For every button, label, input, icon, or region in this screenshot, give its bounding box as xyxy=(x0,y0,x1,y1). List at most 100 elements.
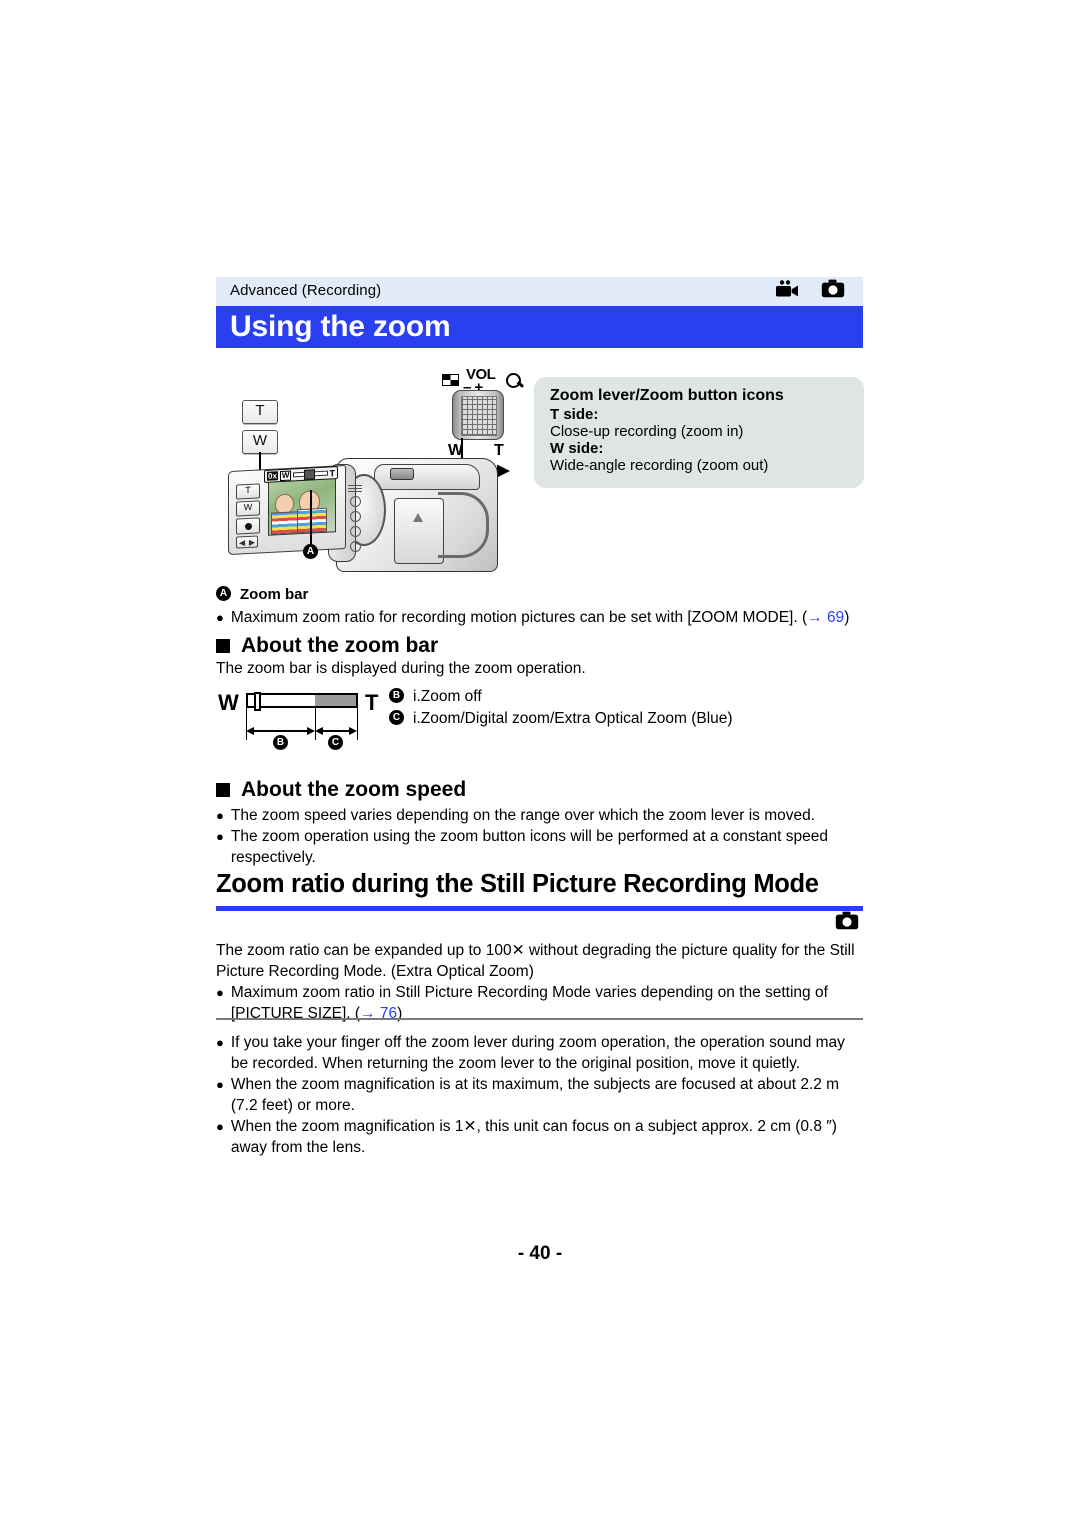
bullet-dot: ● xyxy=(216,829,224,844)
section-bullet-square-icon-2 xyxy=(216,783,230,797)
legend-zoom-bar: A Zoom bar xyxy=(216,586,308,603)
page-ref-69[interactable]: 69 xyxy=(827,609,844,626)
legend-a-label: Zoom bar xyxy=(240,586,309,603)
marker-c-figure: C xyxy=(328,735,343,750)
manual-page: Advanced (Recording) Using the zoom T W … xyxy=(0,0,1080,1526)
note-zoom-mode-body: Maximum zoom ratio for recording motion … xyxy=(230,609,808,626)
zoom-speed-bullet-2: ● The zoom operation using the zoom butt… xyxy=(216,826,863,868)
header-mode-icons xyxy=(775,279,845,303)
section-heading-zoom-bar: About the zoom bar xyxy=(216,634,438,658)
camcorder-zoom-lever xyxy=(390,468,414,480)
zoom-lever-callout-box: Zoom lever/Zoom button icons T side: Clo… xyxy=(534,377,864,488)
final-note-3: ● When the zoom magnification is 1✕, thi… xyxy=(216,1116,866,1158)
page-title-bar: Using the zoom xyxy=(216,306,863,348)
final-note-1: ● If you take your finger off the zoom l… xyxy=(216,1032,863,1074)
still-mode-intro-line-1: The zoom ratio can be expanded up to 100… xyxy=(216,942,855,959)
section-rule-blue xyxy=(216,906,863,911)
note-zoom-mode: ● Maximum zoom ratio for recording motio… xyxy=(216,607,866,628)
page-number: - 40 - xyxy=(517,1243,563,1264)
osd-zoom-knob xyxy=(304,469,316,480)
zoom-bar-extra-region xyxy=(314,695,356,706)
lever-grip-texture xyxy=(461,396,497,436)
zoom-button-w-callout: W xyxy=(242,430,278,454)
legend-b-row: B i.Zoom off xyxy=(389,688,482,706)
zoom-speed-bullet-1-text: The zoom speed varies depending on the r… xyxy=(230,807,816,824)
section-heading-zoom-speed-label: About the zoom speed xyxy=(241,778,467,801)
section-heading-zoom-speed: About the zoom speed xyxy=(216,778,466,802)
page-ref-arrow-icon: → xyxy=(807,609,823,626)
note-zoom-mode-close: ) xyxy=(844,609,850,626)
final-note-2-text: When the zoom magnification is at its ma… xyxy=(230,1076,840,1114)
multi-thumbnail-icon xyxy=(442,374,459,386)
dimension-arrow-b-icon xyxy=(246,723,315,735)
zoom-lever-detail xyxy=(452,390,504,440)
lcd-nav-buttons: ◀ ▶ xyxy=(236,535,258,549)
zoom-speed-bullet-2-text: The zoom operation using the zoom button… xyxy=(230,828,828,866)
still-mode-intro-line-2: Picture Recording Mode. (Extra Optical Z… xyxy=(216,963,534,980)
page-header-strip: Advanced (Recording) xyxy=(216,277,863,306)
section-zoom-bar-body: The zoom bar is displayed during the zoo… xyxy=(216,660,586,677)
still-mode-intro: The zoom ratio can be expanded up to 100… xyxy=(216,940,866,982)
camcorder-hand-strap xyxy=(438,492,489,558)
lcd-record-button xyxy=(236,517,260,535)
final-note-2: ● When the zoom magnification is at its … xyxy=(216,1074,863,1116)
callout-w-side-label: W side: xyxy=(550,440,604,457)
camcorder-body-drawing: T W ◀ ▶ 0x W T xyxy=(224,454,524,572)
marker-c: C xyxy=(389,710,404,725)
breadcrumb: Advanced (Recording) xyxy=(230,282,382,299)
camcorder-illustration: T W VOL –+ W T T W ◀ ▶ 0x W T A xyxy=(216,366,536,588)
section-still-mode-icon xyxy=(835,911,859,935)
bullet-dot: ● xyxy=(216,1035,224,1050)
note-zoom-mode-text: Maximum zoom ratio for recording motion … xyxy=(231,607,850,628)
dimension-tick-right xyxy=(357,706,359,740)
zoom-button-t-callout: T xyxy=(242,400,278,424)
bullet-dot: ● xyxy=(216,808,224,823)
callout-w-side-desc: Wide-angle recording (zoom out) xyxy=(550,457,769,474)
lcd-button-w: W xyxy=(236,500,260,517)
marker-b: B xyxy=(389,688,404,703)
bullet-dot: ● xyxy=(216,1119,224,1134)
camcorder-lcd-screen xyxy=(268,476,336,536)
callout-t-side-label: T side: xyxy=(550,406,599,423)
zoom-bar-track xyxy=(246,692,358,711)
page-title: Using the zoom xyxy=(230,310,451,343)
osd-zoom-track xyxy=(293,469,328,480)
still-camera-icon xyxy=(821,279,845,303)
legend-c-label: i.Zoom/Digital zoom/Extra Optical Zoom (… xyxy=(413,710,733,727)
callout-title: Zoom lever/Zoom button icons xyxy=(550,387,784,404)
lcd-button-t: T xyxy=(236,483,260,500)
section-rule-gray xyxy=(216,1018,863,1020)
subject-shirt-2 xyxy=(297,507,327,534)
dimension-arrow-c-icon xyxy=(315,723,357,735)
zoom-bar-figure: W T B C xyxy=(218,686,388,750)
zoom-speed-bullet-1: ● The zoom speed varies depending on the… xyxy=(216,805,866,826)
osd-zoom-ratio: 0x xyxy=(267,471,278,481)
section-bullet-square-icon xyxy=(216,639,230,653)
callout-marker-a-illustration: A xyxy=(303,544,318,559)
zoom-bar-label-t: T xyxy=(365,690,379,715)
bullet-dot: ● xyxy=(216,610,224,625)
osd-label-w: W xyxy=(279,469,292,481)
still-mode-bullet-line-1: Maximum zoom ratio in Still Picture Reco… xyxy=(230,984,828,1001)
camcorder-port-row xyxy=(350,496,361,554)
video-camera-icon xyxy=(775,279,799,303)
bullet-dot: ● xyxy=(216,985,224,1000)
leader-line-zoombar xyxy=(310,490,312,544)
legend-c-row: C i.Zoom/Digital zoom/Extra Optical Zoom… xyxy=(389,710,733,728)
final-note-3-text: When the zoom magnification is 1✕, this … xyxy=(230,1118,837,1156)
zoom-bar-position-knob xyxy=(254,692,261,711)
legend-b-label: i.Zoom off xyxy=(413,688,482,705)
callout-t-side-desc: Close-up recording (zoom in) xyxy=(550,423,744,440)
marker-a: A xyxy=(216,586,231,601)
section-heading-still-mode: Zoom ratio during the Still Picture Reco… xyxy=(216,870,819,898)
osd-label-t: T xyxy=(329,467,336,479)
final-note-1-text: If you take your finger off the zoom lev… xyxy=(230,1034,845,1072)
lcd-touch-buttons: T W ◀ ▶ xyxy=(236,483,260,549)
camcorder-speaker-vent xyxy=(348,484,362,492)
marker-b-figure: B xyxy=(273,735,288,750)
camcorder-battery xyxy=(394,498,444,564)
bullet-dot: ● xyxy=(216,1077,224,1092)
zoom-bar-label-w: W xyxy=(218,690,239,715)
magnifier-icon xyxy=(506,373,521,388)
section-heading-zoom-bar-label: About the zoom bar xyxy=(241,634,439,657)
